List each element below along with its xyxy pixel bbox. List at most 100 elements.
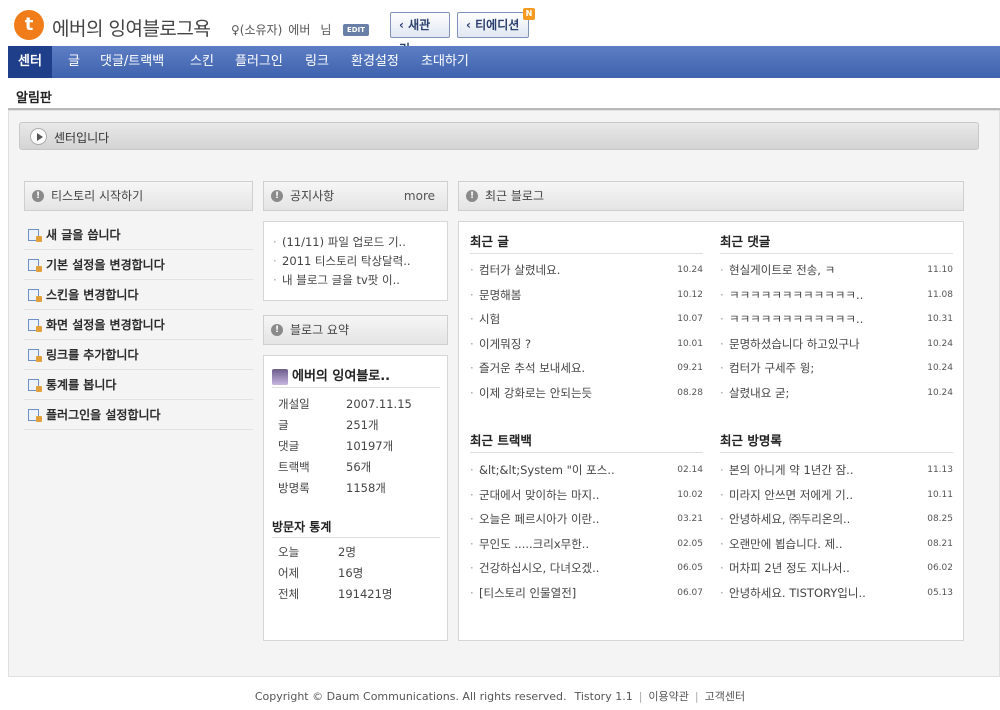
top-header: t 에버의 잉여블로그욕 ♀(소유자) 에버 님 EDIT ‹ 새관리 ‹ 티에디션… — [0, 0, 1000, 56]
start-item-stats[interactable]: 통계를 봅니다 — [24, 370, 253, 400]
start-item-label: 새 글을 씁니다 — [46, 228, 121, 242]
recent-guestbook-item[interactable]: 안녕하세요. TISTORY입니.. 05.13 — [720, 581, 953, 606]
help-center-link[interactable]: 고객센터 — [705, 690, 745, 703]
owner-name: 에버 — [288, 23, 311, 37]
nav-invite[interactable]: 초대하기 — [411, 46, 479, 78]
info-icon: ! — [271, 324, 283, 336]
recent-trackback-item[interactable]: 오늘은 페르시아가 이란.. 03.21 — [470, 507, 703, 532]
blog-title[interactable]: 에버의 잉여블로그욕 — [52, 14, 211, 41]
start-item-new-post[interactable]: 새 글을 씁니다 — [24, 220, 253, 250]
item-text: 문명해봄 — [479, 287, 522, 302]
notice-item[interactable]: (11/11) 파일 업로드 기.. — [272, 233, 439, 252]
stat-label: 글 — [278, 418, 289, 432]
recent-guestbook-item[interactable]: 미라지 안쓰면 저에게 기.. 10.11 — [720, 483, 953, 508]
stat-label: 방명록 — [278, 481, 310, 495]
item-date: 11.10 — [927, 265, 953, 275]
item-date: 08.28 — [677, 387, 703, 398]
start-item-label: 통계를 봅니다 — [46, 378, 117, 392]
edit-doc-icon — [28, 319, 42, 332]
stat-label: 개설일 — [278, 397, 310, 411]
new-manage-button[interactable]: ‹ 새관리 — [390, 12, 450, 56]
summary-panel-header: ! 블로그 요약 — [263, 315, 448, 345]
nav-skin[interactable]: 스킨 — [180, 46, 224, 78]
stat-label: 댓글 — [278, 439, 300, 453]
edit-doc-icon — [28, 379, 42, 392]
center-bar: 센터입니다 — [19, 122, 979, 150]
recent-trackback-item[interactable]: &lt;&lt;System "이 포스.. 02.14 — [470, 458, 703, 483]
recent-post-item[interactable]: 이제 강화로는 안되는듯 08.28 — [470, 381, 703, 406]
footer: Copyright © Daum Communications. All rig… — [0, 688, 1000, 704]
recent-post-item[interactable]: 문명해봄 10.12 — [470, 283, 703, 308]
recent-comments-list: 현실게이트로 전송, ㅋ 11.10 ㅋㅋㅋㅋㅋㅋㅋㅋㅋㅋㅋㅋ.. 11.08 ㅋㅋ… — [720, 258, 953, 406]
visit-label: 오늘 — [278, 545, 300, 559]
recent-guestbook-item[interactable]: 본의 아니게 약 1년간 잠.. 11.13 — [720, 458, 953, 483]
recent-guestbook-item[interactable]: 안녕하세요, ㈜두리온의.. 08.25 — [720, 507, 953, 532]
item-date: 06.07 — [677, 587, 703, 598]
nav-comments-trackbacks[interactable]: 댓글/트랙백 — [90, 46, 174, 78]
item-text: 안녕하세요. TISTORY입니.. — [729, 585, 866, 600]
item-date: 05.13 — [927, 587, 953, 598]
visit-row: 전체 191421명 — [278, 586, 392, 602]
nav-settings[interactable]: 환경설정 — [341, 46, 409, 78]
version-text: Tistory 1.1 — [574, 690, 633, 703]
visit-value: 16명 — [338, 566, 364, 580]
recent-trackback-item[interactable]: 건강하십시오, 다녀오겠.. 06.05 — [470, 556, 703, 581]
recent-comment-item[interactable]: 살렸내요 굳; 10.24 — [720, 381, 953, 406]
start-item-add-link[interactable]: 링크를 추가합니다 — [24, 340, 253, 370]
stat-row: 방명록 1158개 — [278, 480, 386, 496]
notice-item[interactable]: 2011 티스토리 탁상달력.. — [272, 252, 439, 271]
recent-trackback-item[interactable]: 무인도 .....크리x무한.. 02.05 — [470, 532, 703, 557]
item-date: 10.12 — [677, 289, 703, 300]
item-text: 머차피 2년 정도 지나서.. — [729, 561, 850, 576]
item-text: 이제 강화로는 안되는듯 — [479, 385, 593, 400]
recent-comment-item[interactable]: ㅋㅋㅋㅋㅋㅋㅋㅋㅋㅋㅋㅋ.. 11.08 — [720, 283, 953, 308]
item-text: 건강하십시오, 다녀오겠.. — [479, 561, 600, 576]
item-date: 10.24 — [927, 387, 953, 398]
item-text: 군대에서 맞이하는 마지.. — [479, 487, 600, 502]
notice-more-link[interactable]: more — [404, 182, 435, 210]
notice-panel-title: 공지사항 — [290, 189, 335, 203]
item-date: 08.25 — [927, 514, 953, 525]
recent-comment-item[interactable]: 컴터가 구세주 윙; 10.24 — [720, 356, 953, 381]
nav-posts[interactable]: 글 — [58, 46, 90, 78]
recent-post-item[interactable]: 컴터가 살렸네요. 10.24 — [470, 258, 703, 283]
nav-center[interactable]: 센터 — [8, 46, 52, 78]
start-panel-header: ! 티스토리 시작하기 — [24, 181, 253, 211]
nav-links[interactable]: 링크 — [295, 46, 339, 78]
recent-guestbook-item[interactable]: 머차피 2년 정도 지나서.. 06.02 — [720, 556, 953, 581]
visit-value: 191421명 — [338, 587, 393, 601]
stat-value: 2007.11.15 — [346, 397, 412, 411]
owner-suffix: 님 — [320, 23, 332, 37]
item-date: 06.02 — [927, 563, 953, 574]
recent-comment-item[interactable]: ㅋㅋㅋㅋㅋㅋㅋㅋㅋㅋㅋㅋ.. 10.31 — [720, 307, 953, 332]
new-badge: N — [523, 8, 535, 20]
recent-post-item[interactable]: 즐거운 추석 보내세요. 09.21 — [470, 356, 703, 381]
recent-trackback-item[interactable]: 군대에서 맞이하는 마지.. 10.02 — [470, 483, 703, 508]
notice-item[interactable]: 내 블로그 글을 tv팟 이.. — [272, 271, 439, 290]
copyright-text: Copyright © Daum Communications. All rig… — [254, 690, 567, 703]
t-edition-button[interactable]: ‹ 티에디션 — [457, 12, 529, 38]
start-item-screen-settings[interactable]: 화면 설정을 변경합니다 — [24, 310, 253, 340]
recent-post-item[interactable]: 이게뭐징 ? 10.01 — [470, 332, 703, 357]
terms-link[interactable]: 이용약관 — [648, 690, 688, 703]
summary-panel-body: 에버의 잉여블로.. 개설일 2007.11.15 글 251개 댓글 10197개 … — [263, 355, 448, 641]
start-item-plugins[interactable]: 플러그인을 설정합니다 — [24, 400, 253, 430]
summary-blog-name[interactable]: 에버의 잉여블로.. — [272, 366, 440, 388]
recent-trackback-item[interactable]: [티스토리 인물열전] 06.07 — [470, 581, 703, 606]
recent-comment-item[interactable]: 현실게이트로 전송, ㅋ 11.10 — [720, 258, 953, 283]
start-item-skin[interactable]: 스킨을 변경합니다 — [24, 280, 253, 310]
recent-guestbook-title: 최근 방명록 — [720, 431, 953, 453]
item-date: 09.21 — [677, 363, 703, 374]
item-text: 문명하셨습니다 하고있구나 — [729, 336, 860, 351]
nav-plugins[interactable]: 플러그인 — [225, 46, 293, 78]
start-item-label: 링크를 추가합니다 — [46, 348, 139, 362]
tistory-logo-icon[interactable]: t — [14, 10, 44, 40]
start-item-basic-settings[interactable]: 기본 설정을 변경합니다 — [24, 250, 253, 280]
recent-guestbook-list: 본의 아니게 약 1년간 잠.. 11.13 미라지 안쓰면 저에게 기.. 10.… — [720, 458, 953, 606]
recent-comment-item[interactable]: 문명하셨습니다 하고있구나 10.24 — [720, 332, 953, 357]
recent-panel-title: 최근 블로그 — [485, 189, 545, 203]
edit-profile-button[interactable]: EDIT — [343, 24, 369, 36]
footer-separator: | — [694, 690, 699, 703]
recent-guestbook-item[interactable]: 오랜만에 뵙습니다. 제.. 08.21 — [720, 532, 953, 557]
recent-post-item[interactable]: 시험 10.07 — [470, 307, 703, 332]
